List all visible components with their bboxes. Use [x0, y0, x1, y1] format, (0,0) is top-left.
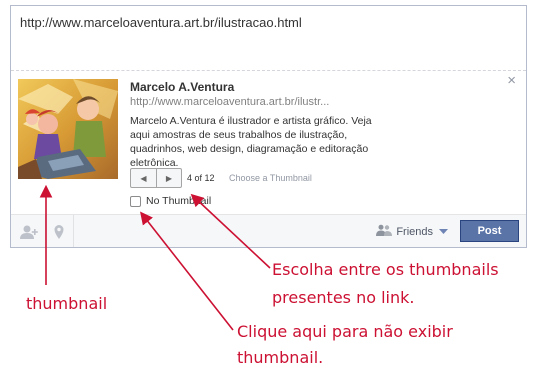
no-thumbnail-checkbox[interactable]: [130, 195, 141, 207]
composer-footer: Friends Post: [11, 214, 526, 247]
annotation-no-thumb-line1: Clique aqui para não exibir: [237, 322, 453, 341]
audience-label: Friends: [396, 225, 433, 238]
chevron-right-icon: ▶: [165, 173, 173, 183]
close-preview-icon[interactable]: ×: [507, 73, 516, 88]
choose-thumbnail-label: Choose a Thumbnail: [229, 173, 312, 183]
footer-divider: [45, 215, 46, 247]
next-thumbnail-button[interactable]: ▶: [156, 169, 181, 187]
link-url[interactable]: http://www.marceloaventura.art.br/ilustr…: [130, 96, 329, 108]
thumbnail-counter: 4 of 12: [187, 173, 215, 183]
illustration-thumbnail: [18, 79, 118, 179]
annotation-choose-line1: Escolha entre os thumbnails: [272, 260, 499, 279]
link-title[interactable]: Marcelo A.Ventura: [130, 80, 234, 94]
friends-icon: [376, 224, 393, 239]
audience-selector[interactable]: Friends: [376, 224, 448, 239]
chevron-left-icon: ◀: [140, 173, 147, 183]
link-thumbnail-image: [18, 79, 118, 179]
annotation-no-thumb-line2: thumbnail.: [237, 348, 324, 367]
dropdown-arrow-icon: [439, 226, 448, 238]
status-input[interactable]: http://www.marceloaventura.art.br/ilustr…: [20, 15, 302, 30]
link-description[interactable]: Marcelo A.Ventura é ilustrador e artista…: [130, 114, 385, 170]
annotation-choose-line2: presentes no link.: [272, 288, 415, 307]
footer-divider: [73, 215, 74, 247]
no-thumbnail-label: No Thumbnail: [146, 195, 212, 207]
preview-divider: [11, 70, 526, 71]
no-thumbnail-option[interactable]: No Thumbnail: [130, 195, 211, 207]
add-friend-icon[interactable]: [19, 224, 39, 240]
post-button[interactable]: Post: [460, 220, 519, 242]
location-pin-icon[interactable]: [51, 224, 71, 240]
annotation-thumbnail: thumbnail: [26, 294, 108, 313]
post-composer: http://www.marceloaventura.art.br/ilustr…: [10, 5, 527, 248]
prev-thumbnail-button[interactable]: ◀: [131, 169, 156, 187]
thumbnail-pager: ◀ ▶: [130, 168, 182, 188]
